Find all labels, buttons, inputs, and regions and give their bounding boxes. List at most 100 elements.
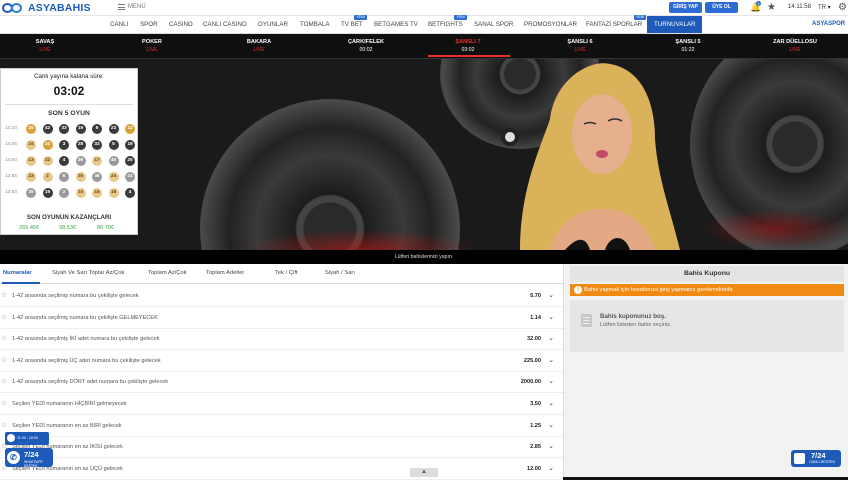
nav-item-label: CANLI CASINO <box>203 21 247 28</box>
drawn-ball: 4 <box>59 156 69 166</box>
chevron-down-icon[interactable]: ⌄ <box>548 356 554 364</box>
drawn-ball: 12 <box>125 124 135 134</box>
brand-name: ASYABAHIS <box>28 2 91 14</box>
chevron-down-icon[interactable]: ⌄ <box>548 464 554 472</box>
bet-tab[interactable]: Siyah Ve Sarı Toplar Az/Çok <box>52 270 124 276</box>
drawn-ball: 24 <box>26 140 36 150</box>
nav-item[interactable]: CANLI <box>110 16 128 33</box>
winning-value: 265.45€ <box>19 225 40 231</box>
nav-item[interactable]: PROMOSYONLAR <box>524 16 577 33</box>
bet-row[interactable]: ☆ 1-42 arasında seçilmiş DÖRT adet numara… <box>0 372 563 394</box>
bet-odd[interactable]: 32.00 <box>527 336 541 342</box>
warning-text: Bahis yapmak için hesabınıza giriş yapma… <box>584 287 734 293</box>
chevron-down-icon[interactable]: ⌄ <box>548 313 554 321</box>
asyaspor-link[interactable]: ASYASPOR <box>812 16 845 33</box>
nav-item-label: TV BET <box>341 21 363 28</box>
bet-odd[interactable]: 2.85 <box>530 444 541 450</box>
chevron-down-icon[interactable]: ⌄ <box>548 399 554 407</box>
nav-item[interactable]: BETGAMES TV <box>374 16 418 33</box>
draw-time: 13:55 <box>5 174 18 179</box>
bet-row[interactable]: ☆ 1-42 arasında seçilmiş numara bu çekili… <box>0 307 563 329</box>
favorite-star-icon[interactable]: ☆ <box>1 399 7 407</box>
game-tab[interactable]: ŞANSLI 7 03:02 <box>433 39 503 53</box>
game-tab[interactable]: BAKARA LIVE <box>224 39 294 53</box>
game-tab[interactable]: ÇARKIFELEK 00:02 <box>331 39 401 53</box>
nav-item[interactable]: BETFIGHTS YENİ <box>428 15 467 33</box>
bet-odd[interactable]: 1.25 <box>530 423 541 429</box>
settings-gear-icon[interactable]: ⚙ <box>838 2 847 14</box>
new-badge: YENİ <box>633 15 647 20</box>
drawn-ball: 30 <box>75 172 86 182</box>
bet-odd[interactable]: 12.00 <box>527 466 541 472</box>
nav-item[interactable]: TV BET YENİ <box>341 15 367 33</box>
nav-item[interactable]: FANTAZİ SPORLAR YENİ <box>586 15 647 33</box>
drawn-ball: 33 <box>92 140 102 150</box>
nav-item-label: CANLI <box>110 21 129 28</box>
bet-tab[interactable]: Numaralar <box>3 270 32 276</box>
nav-item[interactable]: CANLI CASINO <box>203 16 247 33</box>
drawn-ball: 4 <box>125 188 135 198</box>
chevron-down-icon[interactable]: ⌄ <box>548 334 554 342</box>
drawn-ball: 28 <box>75 140 86 150</box>
document-icon <box>581 314 592 327</box>
bet-row[interactable]: ☆ Seçilen YEDİ numaranın HİÇBİRİ gelmeyec… <box>0 394 563 415</box>
support-hours-button[interactable]: 11:00 - 18:00 <box>5 432 49 445</box>
winning-value: 86.70€ <box>97 225 115 231</box>
bet-odd[interactable]: 225.00 <box>524 358 541 364</box>
bet-row[interactable]: ☆ Seçilen YEDİ numaranın en az BİRİ gelec… <box>0 415 563 437</box>
chevron-down-icon[interactable]: ⌄ <box>548 291 554 299</box>
bet-tab[interactable]: Toplam Az/Çok <box>148 270 187 276</box>
bet-tab[interactable]: Tek / Çift <box>275 270 298 276</box>
login-button[interactable]: GİRİŞ YAP <box>669 2 702 13</box>
game-tab[interactable]: ZAR DÜELLOSU LIVE <box>760 39 830 53</box>
favorite-star-icon[interactable]: ☆ <box>1 313 7 321</box>
favorites-star-icon[interactable]: ★ <box>767 2 776 14</box>
menu-button[interactable]: MENÜ <box>118 4 146 10</box>
empty-title: Bahis kuponunuz boş. <box>600 313 666 320</box>
bet-odd[interactable]: 1.14 <box>530 315 541 321</box>
favorite-star-icon[interactable]: ☆ <box>1 291 7 299</box>
nav-item[interactable]: SPOR <box>140 16 158 33</box>
bet-odd[interactable]: 5.70 <box>530 293 541 299</box>
favorite-star-icon[interactable]: ☆ <box>1 334 7 342</box>
chevron-down-icon[interactable]: ⌄ <box>548 421 554 429</box>
favorite-star-icon[interactable]: ☆ <box>1 377 7 385</box>
draw-row: 14:05 24 10 3 28 33 5 19 <box>5 140 135 150</box>
game-status: 03:02 <box>461 47 475 53</box>
bet-odd[interactable]: 3.50 <box>530 401 541 407</box>
bet-tab[interactable]: Toplam Adetler <box>206 270 244 276</box>
nav-item[interactable]: SANAL SPOR <box>474 16 513 33</box>
drawn-ball: 36 <box>75 156 86 166</box>
bet-row[interactable]: ☆ Seçilen YEDİ numaranın en az İKİSİ gele… <box>0 437 563 459</box>
game-tab[interactable]: SAVAŞ LIVE <box>10 39 80 53</box>
language-value: TR <box>818 5 826 11</box>
brand-logo[interactable]: ASYABAHIS <box>2 2 91 14</box>
favorite-star-icon[interactable]: ☆ <box>1 421 7 429</box>
scroll-up-button[interactable]: ▲ <box>410 468 438 477</box>
chevron-down-icon[interactable]: ⌄ <box>548 377 554 385</box>
whatsapp-subtitle: WHATSAPP DESTEK <box>24 460 43 468</box>
bet-row[interactable]: ☆ 1-42 arasında seçilmiş numara bu çekili… <box>0 286 563 307</box>
game-tab[interactable]: ŞANSLI 5 01:22 <box>653 39 723 53</box>
bet-odd[interactable]: 2000.00 <box>521 379 541 385</box>
coupon-title: Bahis Kuponu <box>570 266 844 282</box>
live-support-button[interactable]: 7/24 CANLI DESTEK <box>791 450 841 467</box>
bet-description: 1-42 arasında seçilmiş numara bu çekiliş… <box>12 293 139 299</box>
nav-item[interactable]: CASINO <box>169 16 193 33</box>
bet-row[interactable]: ☆ 1-42 arasında seçilmiş ÜÇ adet numara b… <box>0 350 563 372</box>
game-tab[interactable]: ŞANSLI 6 LIVE <box>545 39 615 53</box>
favorite-star-icon[interactable]: ☆ <box>1 356 7 364</box>
game-name: ZAR DÜELLOSU <box>773 39 817 45</box>
nav-item[interactable]: TOMBALA <box>300 16 329 33</box>
whatsapp-support-button[interactable]: ✆ 7/24 WHATSAPP DESTEK <box>5 448 53 468</box>
chevron-down-icon[interactable]: ⌄ <box>548 442 554 450</box>
signup-button[interactable]: ÜYE OL <box>705 2 738 13</box>
nav-item[interactable]: TURNUVALAR <box>647 16 703 33</box>
countdown-panel: Canlı yayına kalana süre: 03:02 SON 5 OY… <box>0 68 138 235</box>
game-tab[interactable]: POKER LIVE <box>117 39 187 53</box>
nav-item[interactable]: OYUNLAR <box>258 16 288 33</box>
bet-row[interactable]: ☆ 1-42 arasında seçilmiş İKİ adet numara … <box>0 329 563 351</box>
bet-tab[interactable]: Siyah / Sarı <box>325 270 355 276</box>
nav-item-label: BETFIGHTS <box>428 21 463 28</box>
language-select[interactable]: TR ▾ <box>818 4 831 11</box>
